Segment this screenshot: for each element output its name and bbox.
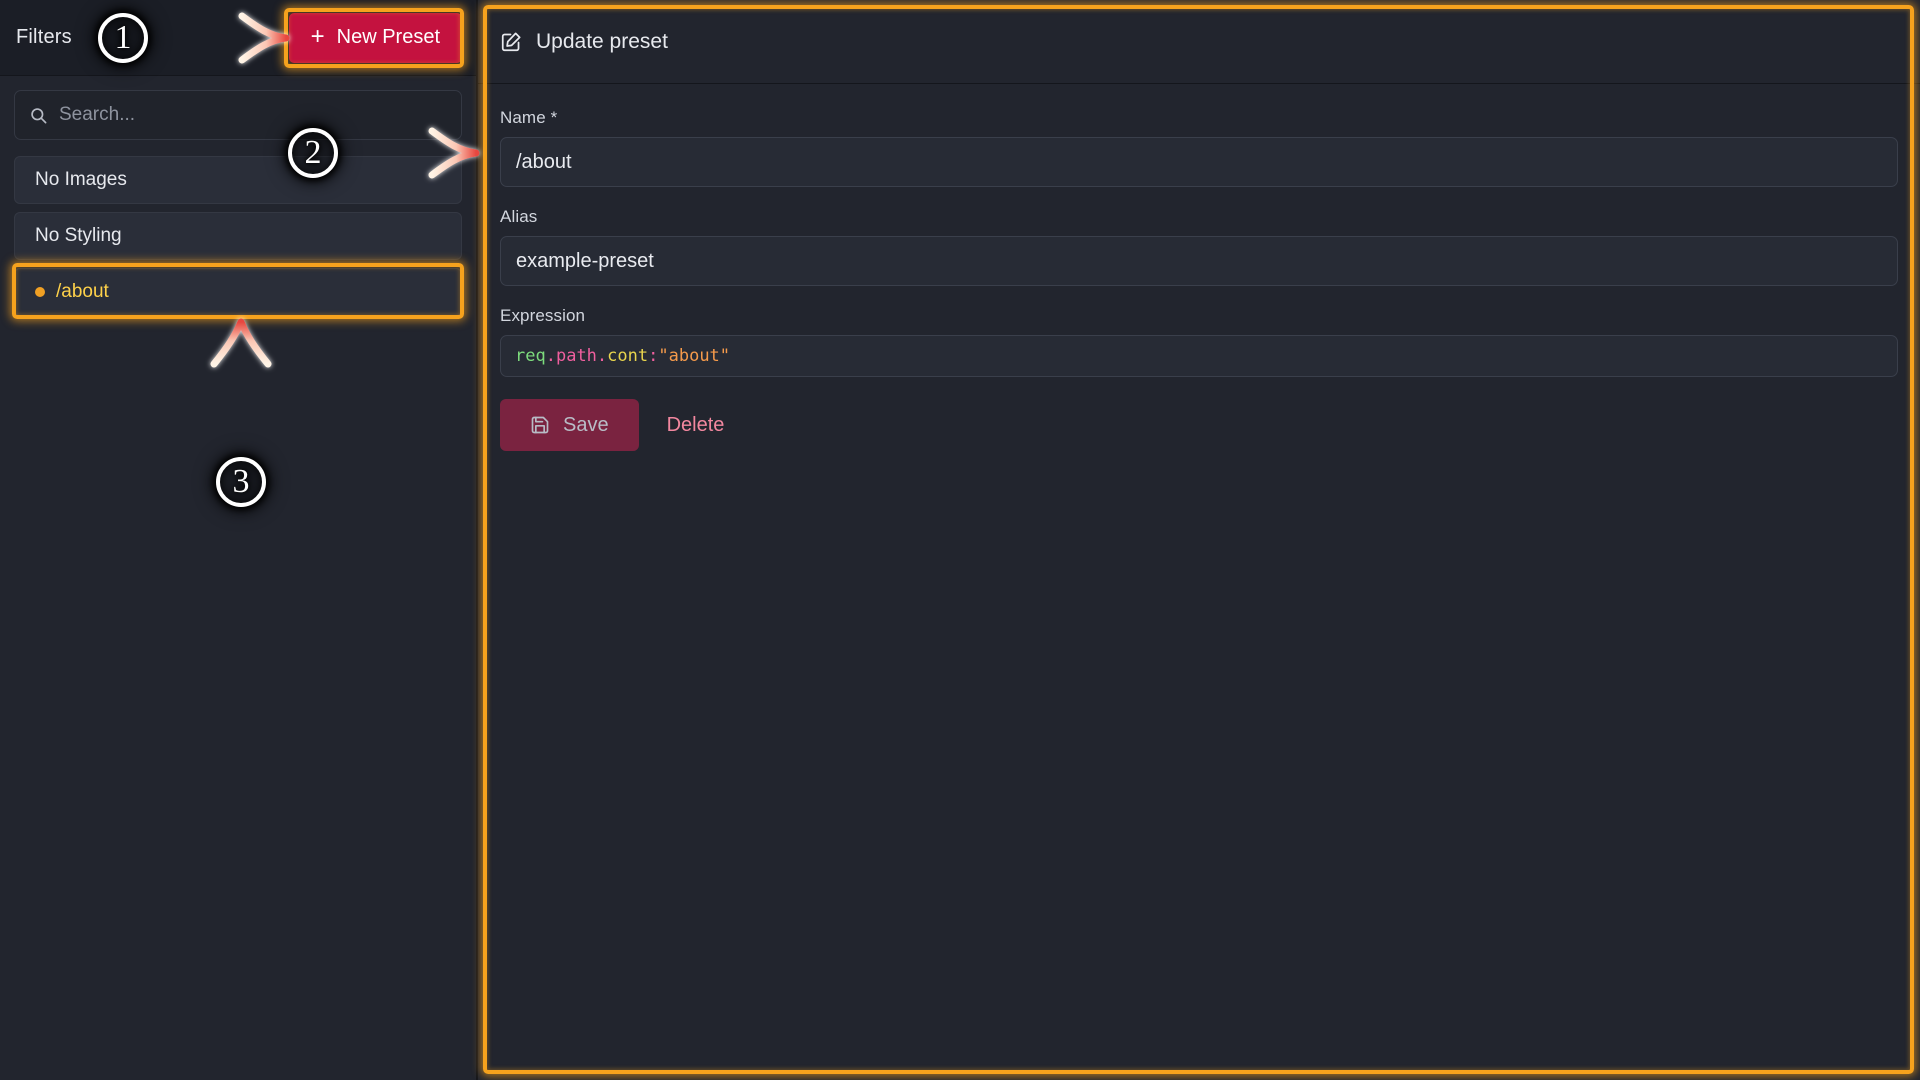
preset-item-label: /about (56, 281, 109, 302)
page-title: Filters (16, 26, 72, 48)
save-button[interactable]: Save (500, 399, 639, 451)
search-section (0, 76, 476, 150)
alias-label: Alias (500, 207, 538, 226)
expression-token-punct: path (555, 346, 597, 366)
alias-input[interactable] (500, 236, 1898, 286)
active-dot-icon (35, 287, 45, 297)
alias-field-group: Alias (500, 207, 1898, 286)
floppy-disk-icon (531, 416, 549, 434)
expression-token-key: cont (607, 346, 649, 366)
search-box[interactable] (14, 90, 462, 140)
name-label: Name * (500, 108, 1898, 128)
expression-field-group: Expression req.path.cont:"about" (500, 306, 1898, 377)
plus-icon: + (310, 22, 325, 50)
expression-token-punct: : (648, 346, 659, 366)
expression-token-ident: req (515, 346, 546, 366)
pencil-square-icon (501, 32, 521, 51)
expression-token-punct: . (545, 346, 556, 366)
form-actions: Save Delete (500, 399, 1898, 451)
name-field-group: Name * (500, 108, 1898, 187)
preset-list[interactable]: No Images No Styling/about (0, 150, 476, 1080)
expression-editor[interactable]: req.path.cont:"about" (500, 335, 1898, 377)
expression-label: Expression (500, 306, 586, 325)
delete-button[interactable]: Delete (651, 399, 741, 451)
preset-item[interactable]: No Images (14, 156, 462, 204)
save-label: Save (563, 413, 609, 436)
required-mark: * (550, 108, 558, 127)
preset-item-label: No Styling (35, 225, 122, 246)
preset-item[interactable]: No Styling (14, 212, 462, 260)
detail-body: Name * Alias Expression req.path.cont:"a… (478, 84, 1920, 1080)
expression-token-punct: . (596, 346, 608, 366)
app-root: Filters + New Preset No Images No Styling… (0, 0, 1920, 1080)
new-preset-label: New Preset (336, 26, 440, 48)
search-icon (31, 107, 47, 123)
new-preset-button[interactable]: + New Preset (288, 12, 462, 63)
detail-header: Update preset (478, 0, 1920, 84)
sidebar-header: Filters + New Preset (0, 0, 476, 76)
expression-token-str: "about" (658, 346, 731, 366)
detail-title: Update preset (536, 29, 668, 53)
preset-detail-panel: Update preset Name * Alias Expression re… (478, 0, 1920, 1080)
preset-item-label: No Images (35, 169, 127, 190)
preset-item-about[interactable]: /about (14, 268, 462, 316)
name-input[interactable] (500, 137, 1898, 187)
filters-sidebar: Filters + New Preset No Images No Styling… (0, 0, 478, 1080)
name-label-text: Name (500, 108, 546, 127)
search-input[interactable] (59, 104, 447, 126)
